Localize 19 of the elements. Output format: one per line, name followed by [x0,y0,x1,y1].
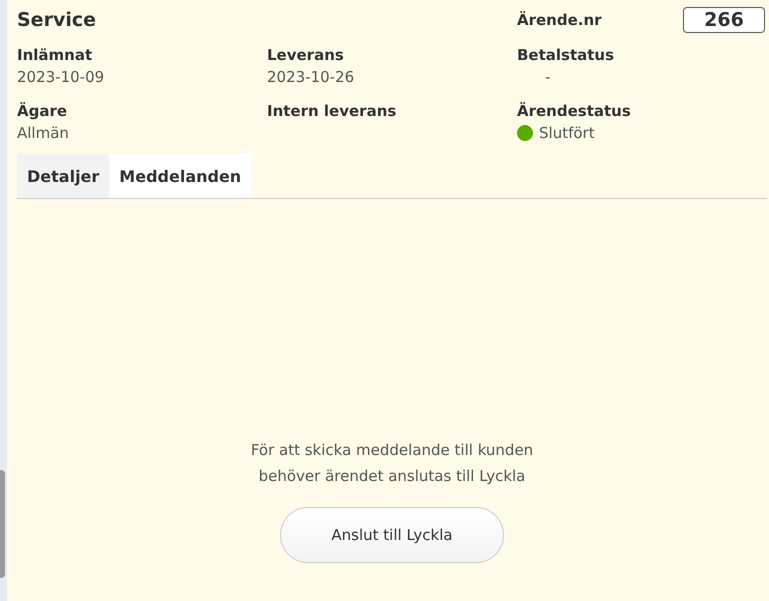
field-value: 2023-10-09 [17,67,104,88]
case-number-label: Ärende.nr [517,11,603,29]
field-label: Intern leverans [267,101,398,122]
tab[interactable]: Detaljer [17,154,110,198]
field-value: Allmän [17,123,69,144]
field-value: Slutfört [539,123,595,144]
field-value: 2023-10-26 [267,67,354,88]
scrollbar-thumb[interactable] [0,470,5,578]
field-label: Ärendestatus [517,101,632,122]
field-label: Inlämnat [17,45,94,66]
info-message: För att skicka meddelande till kunden behöver ärendet anslutas till Lyckla [250,440,534,487]
page-title: Service [17,9,97,31]
field-label: Betalstatus [517,45,616,66]
field-value: - [545,67,550,88]
connect-button[interactable]: Anslut till Lyckla [280,507,504,563]
case-number-field: 266 [683,7,765,33]
tab[interactable]: Meddelanden [109,154,252,198]
field-label: Ägare [17,101,68,122]
field-label: Leverans [267,45,345,66]
